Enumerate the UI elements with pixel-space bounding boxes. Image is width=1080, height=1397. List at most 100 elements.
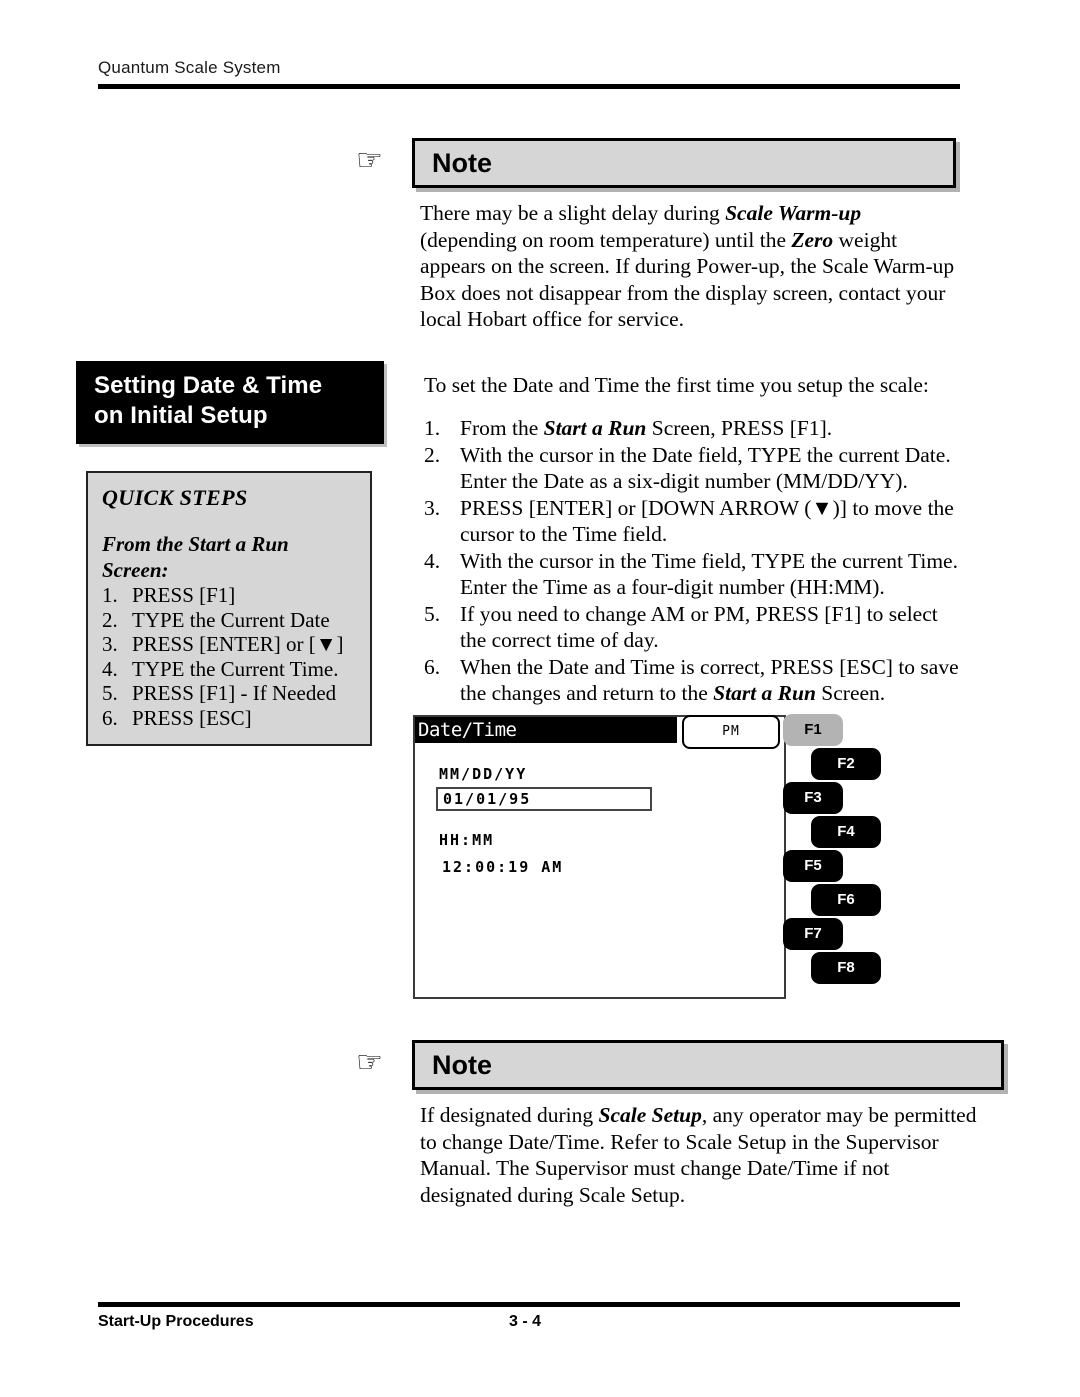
note-title-bar-top: Note bbox=[412, 138, 956, 188]
procedure-step-number: 3. bbox=[424, 495, 441, 520]
function-key-label: F7 bbox=[804, 925, 822, 942]
lcd-screen-title: Date/Time bbox=[418, 719, 517, 741]
quick-step-number: 4. bbox=[102, 656, 118, 681]
scale-display-figure: Date/Time MM/DD/YY 01/01/95 HH:MM 12:00:… bbox=[411, 712, 881, 1004]
quick-step-text: PRESS [F1] - If Needed bbox=[132, 681, 337, 705]
function-key-label: F4 bbox=[837, 823, 855, 840]
function-key-label: F3 bbox=[804, 789, 822, 806]
function-key-f6[interactable]: F6 bbox=[811, 884, 881, 916]
softkey-label-pm[interactable]: PM bbox=[682, 715, 780, 749]
note-paragraph-top: There may be a slight delay during Scale… bbox=[420, 200, 956, 333]
procedure-step-number: 4. bbox=[424, 548, 441, 573]
note-paragraph-bottom: If designated during Scale Setup, any op… bbox=[420, 1102, 980, 1208]
page-footer: Start-Up Procedures 3 - 4 bbox=[98, 1302, 960, 1341]
text-run: There may be a slight delay during bbox=[420, 201, 726, 225]
function-key-label: F2 bbox=[837, 755, 855, 772]
function-key-f3[interactable]: F3 bbox=[783, 782, 843, 814]
text-run: PRESS [ENTER] or [DOWN ARROW (▼)] to mov… bbox=[460, 495, 954, 547]
text-run: Zero bbox=[791, 227, 834, 252]
procedure-step-number: 1. bbox=[424, 416, 441, 440]
procedure-step-text: With the cursor in the Date field, TYPE … bbox=[460, 443, 951, 494]
page-header-title: Quantum Scale System bbox=[98, 58, 281, 77]
procedure-step-list: 1. From the Start a Run Screen, PRESS [F1… bbox=[424, 415, 969, 707]
procedure-step: 6. When the Date and Time is correct, PRE… bbox=[424, 654, 969, 707]
procedure-step-number: 6. bbox=[424, 654, 441, 679]
date-input-value: 01/01/95 bbox=[443, 790, 532, 808]
function-key-f2[interactable]: F2 bbox=[811, 748, 881, 780]
quick-step-text: TYPE the Current Date bbox=[132, 607, 330, 632]
quick-step-text: TYPE the Current Time. bbox=[132, 656, 339, 681]
lcd-screen: Date/Time MM/DD/YY 01/01/95 HH:MM 12:00:… bbox=[413, 715, 786, 999]
procedure-step: 2. With the cursor in the Date field, TYP… bbox=[424, 442, 969, 495]
quick-step-item: 3. PRESS [ENTER] or [▼] bbox=[102, 632, 358, 657]
procedure-step-text: When the Date and Time is correct, PRESS… bbox=[460, 655, 959, 706]
quick-steps-subtitle: From the Start a Run Screen: bbox=[102, 532, 289, 582]
function-key-f7[interactable]: F7 bbox=[783, 918, 843, 950]
function-key-f8[interactable]: F8 bbox=[811, 952, 881, 984]
procedure-step: 4. With the cursor in the Time field, TYP… bbox=[424, 548, 969, 601]
text-run: Scale Warm-up bbox=[725, 201, 862, 225]
function-key-label: F6 bbox=[837, 891, 855, 908]
function-key-column: F1 F2 F3 F4 F5 F6 F7 F8 bbox=[783, 712, 881, 1004]
text-run: Scale Setup bbox=[598, 1103, 702, 1127]
text-run: From the bbox=[460, 416, 544, 440]
quick-step-text: PRESS [ESC] bbox=[132, 705, 252, 730]
quick-step-number: 5. bbox=[102, 681, 118, 705]
quick-step-item: 1. PRESS [F1] bbox=[102, 583, 358, 608]
text-run: With the cursor in the Time field, TYPE … bbox=[460, 548, 958, 600]
text-run: Screen, PRESS [F1]. bbox=[646, 416, 833, 440]
note-body-top: There may be a slight delay during Scale… bbox=[420, 200, 956, 333]
quick-step-number: 6. bbox=[102, 705, 118, 730]
quick-step-text: PRESS [F1] bbox=[132, 583, 236, 607]
quick-step-item: 6. PRESS [ESC] bbox=[102, 706, 358, 731]
quick-step-number: 1. bbox=[102, 583, 118, 607]
procedure-step: 1. From the Start a Run Screen, PRESS [F1… bbox=[424, 415, 969, 442]
softkey-label-pm-text: PM bbox=[722, 724, 740, 739]
header-rule bbox=[98, 84, 960, 89]
procedure-step-text: With the cursor in the Time field, TYPE … bbox=[460, 549, 958, 600]
procedure-lead: To set the Date and Time the first time … bbox=[424, 373, 929, 397]
section-heading-line2: on Initial Setup bbox=[94, 402, 268, 429]
function-key-label: F5 bbox=[804, 857, 822, 874]
function-key-f1[interactable]: F1 bbox=[783, 714, 843, 746]
text-run: If you need to change AM or PM, PRESS [F… bbox=[460, 601, 938, 653]
text-run: With the cursor in the Date field, TYPE … bbox=[460, 442, 951, 494]
lcd-title-bar: Date/Time bbox=[415, 717, 677, 743]
procedure-step-text: From the Start a Run Screen, PRESS [F1]. bbox=[460, 416, 832, 440]
procedure-step-number: 5. bbox=[424, 601, 441, 626]
function-key-label: F1 bbox=[804, 721, 822, 738]
pointing-hand-icon: ☞ bbox=[356, 143, 383, 178]
time-value: 12:00:19 AM bbox=[442, 858, 564, 876]
section-heading-line1: Setting Date & Time bbox=[94, 372, 323, 399]
text-run: Start a Run bbox=[543, 416, 647, 440]
quick-steps-title: QUICK STEPS bbox=[102, 485, 248, 510]
procedure-step: 3. PRESS [ENTER] or [DOWN ARROW (▼)] to m… bbox=[424, 495, 969, 548]
note-body-bottom: If designated during Scale Setup, any op… bbox=[420, 1102, 980, 1208]
footer-page-number: 3 - 4 bbox=[509, 1313, 542, 1330]
text-run: Screen. bbox=[815, 681, 886, 705]
text-run: If designated during bbox=[420, 1103, 599, 1127]
text-run: Start a Run bbox=[713, 681, 816, 705]
quick-steps-panel: QUICK STEPS From the Start a Run Screen:… bbox=[86, 471, 372, 746]
quick-step-text: PRESS [ENTER] or [▼] bbox=[132, 632, 344, 656]
time-format-label: HH:MM bbox=[439, 831, 495, 849]
note-title-top: Note bbox=[432, 148, 492, 178]
function-key-label: F8 bbox=[837, 959, 855, 976]
function-key-f4[interactable]: F4 bbox=[811, 816, 881, 848]
procedure-step: 5. If you need to change AM or PM, PRESS … bbox=[424, 601, 969, 654]
pointing-hand-icon: ☞ bbox=[356, 1045, 383, 1080]
quick-step-item: 5. PRESS [F1] - If Needed bbox=[102, 681, 358, 706]
date-input-field[interactable]: 01/01/95 bbox=[436, 787, 652, 811]
quick-step-item: 4. TYPE the Current Time. bbox=[102, 657, 358, 682]
quick-step-number: 2. bbox=[102, 607, 118, 632]
note-title-bar-bottom: Note bbox=[412, 1040, 1004, 1090]
note-title-bottom: Note bbox=[432, 1050, 492, 1080]
function-key-f5[interactable]: F5 bbox=[783, 850, 843, 882]
quick-step-number: 3. bbox=[102, 632, 118, 656]
procedure-step-text: PRESS [ENTER] or [DOWN ARROW (▼)] to mov… bbox=[460, 496, 954, 547]
page-header: Quantum Scale System bbox=[98, 58, 960, 89]
footer-section-name: Start-Up Procedures bbox=[98, 1313, 254, 1330]
procedure-step-text: If you need to change AM or PM, PRESS [F… bbox=[460, 602, 938, 653]
procedure-step-number: 2. bbox=[424, 442, 441, 467]
date-format-label: MM/DD/YY bbox=[439, 765, 528, 783]
